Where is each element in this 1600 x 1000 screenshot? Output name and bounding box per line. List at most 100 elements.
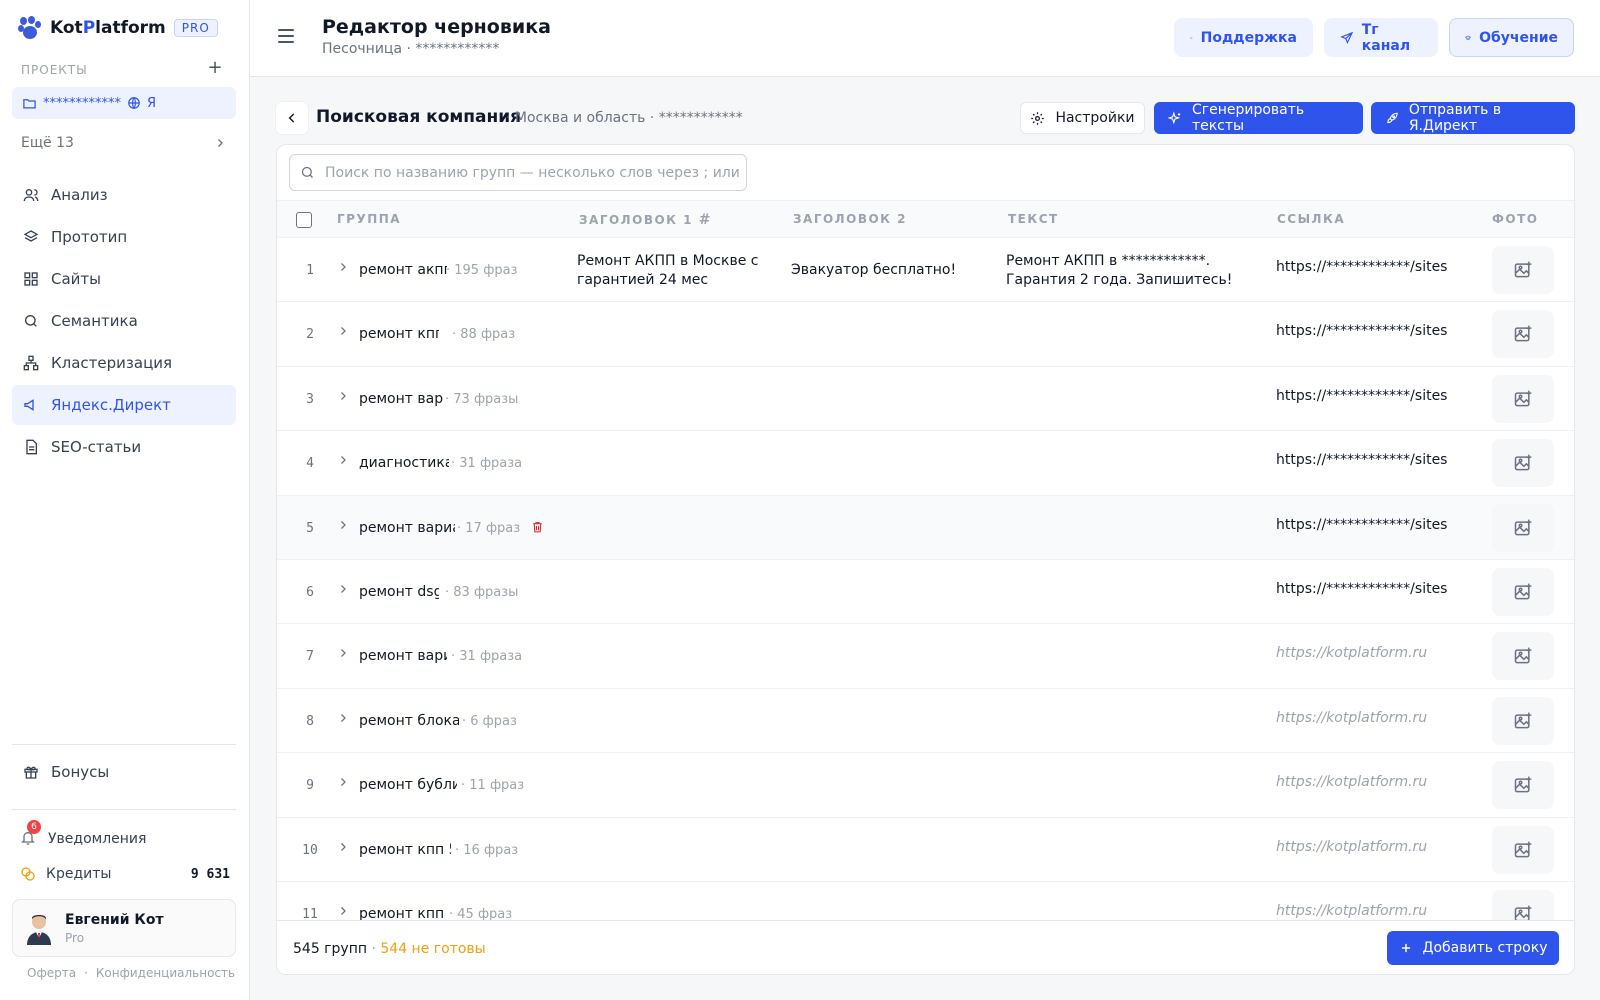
- table-row[interactable]: 6 ремонт dsg · 83 фразы https://***********…: [277, 560, 1574, 625]
- link-cell[interactable]: https://************/sites: [1276, 323, 1447, 339]
- expand-chevron-icon[interactable]: [337, 712, 349, 728]
- add-row-button[interactable]: Добавить строку: [1387, 931, 1559, 965]
- column-text[interactable]: ТЕКСТ: [1008, 212, 1059, 226]
- link-cell[interactable]: https://kotplatform.ru: [1276, 645, 1427, 661]
- notifications[interactable]: 6 Уведомления: [20, 820, 146, 848]
- select-all-checkbox[interactable]: [296, 212, 312, 228]
- expand-chevron-icon[interactable]: [337, 905, 349, 921]
- photo-upload-button[interactable]: [1492, 567, 1554, 616]
- expand-chevron-icon[interactable]: [337, 841, 349, 857]
- nav-item-prototype[interactable]: Прототип: [12, 217, 236, 257]
- table-row[interactable]: 4 диагностика · 31 фраза https://**********…: [277, 431, 1574, 496]
- table-row[interactable]: 7 ремонт вари · 31 фраза https://kotplatfor…: [277, 624, 1574, 689]
- table-row[interactable]: 1 ремонт акпп · 195 фраз Ремонт АКПП в Моск…: [277, 238, 1574, 303]
- expand-chevron-icon[interactable]: [337, 519, 349, 535]
- project-item-active[interactable]: ************ Я: [12, 87, 236, 119]
- table-row[interactable]: 2 ремонт кпп · 88 фраз https://************…: [277, 302, 1574, 367]
- link-cell[interactable]: https://kotplatform.ru: [1276, 774, 1427, 790]
- group-search-input[interactable]: Поиск по названию групп — несколько слов…: [289, 154, 747, 191]
- tg-channel-button[interactable]: Тг канал: [1324, 18, 1438, 57]
- link-cell[interactable]: https://************/sites: [1276, 259, 1447, 275]
- generate-texts-button[interactable]: Сгенерировать тексты: [1154, 102, 1363, 134]
- logo[interactable]: KotPlatform PRO: [18, 16, 218, 40]
- nav-item-clustering[interactable]: Кластеризация: [12, 343, 236, 383]
- photo-upload-button[interactable]: [1492, 825, 1554, 874]
- photo-upload-button[interactable]: [1492, 439, 1554, 488]
- column-group[interactable]: ГРУППА: [337, 212, 401, 226]
- add-project-button[interactable]: +: [206, 58, 224, 78]
- table-row[interactable]: 8 ремонт блока а· 6 фраз https://kotplatfo…: [277, 689, 1574, 754]
- expand-chevron-icon[interactable]: [337, 390, 349, 406]
- column-link[interactable]: ССЫЛКА: [1277, 212, 1345, 226]
- credits-value: 9 631: [190, 866, 230, 882]
- delete-row-button[interactable]: [531, 520, 544, 538]
- support-button[interactable]: Поддержка: [1174, 18, 1313, 57]
- rocket-icon: [1387, 112, 1398, 123]
- nav-item-yandex-direct[interactable]: Яндекс.Директ: [12, 385, 236, 425]
- table-row[interactable]: 10 ремонт кпп 5 · 16 фраз https://kotplatfo…: [277, 818, 1574, 882]
- nav-item-semantics[interactable]: Семантика: [12, 301, 236, 341]
- credits[interactable]: Кредиты 9 631: [20, 866, 230, 882]
- back-button[interactable]: [276, 102, 308, 134]
- expand-chevron-icon[interactable]: [337, 454, 349, 470]
- photo-upload-button[interactable]: [1492, 374, 1554, 423]
- text-cell[interactable]: Ремонт АКПП в ************. Гарантия 2 г…: [1006, 252, 1236, 290]
- expand-chevron-icon[interactable]: [337, 583, 349, 599]
- phrase-count: · 83 фразы: [445, 584, 519, 600]
- learning-button[interactable]: Обучение: [1449, 18, 1574, 57]
- send-to-direct-button[interactable]: Отправить в Я.Директ: [1371, 102, 1575, 134]
- column-headline-1[interactable]: ЗАГОЛОВОК 1 #: [579, 212, 712, 228]
- offer-link[interactable]: Оферта: [27, 966, 76, 980]
- photo-upload-button[interactable]: [1492, 632, 1554, 681]
- link-cell[interactable]: https://************/sites: [1276, 517, 1447, 533]
- group-name[interactable]: ремонт вариа: [359, 520, 455, 536]
- link-cell[interactable]: https://kotplatform.ru: [1276, 903, 1427, 919]
- headline-2-cell[interactable]: Эвакуатор бесплатно!: [791, 262, 956, 278]
- nav-item-analysis[interactable]: Анализ: [12, 175, 236, 215]
- phrase-count: · 17 фраз: [457, 520, 521, 536]
- image-add-icon: [1514, 519, 1532, 535]
- link-cell[interactable]: https://************/sites: [1276, 388, 1447, 404]
- group-name[interactable]: ремонт кпп: [359, 326, 439, 342]
- group-name[interactable]: ремонт акпп: [359, 262, 447, 278]
- group-name[interactable]: ремонт dsg: [359, 584, 439, 600]
- sidebar-divider: [12, 744, 236, 745]
- settings-button[interactable]: Настройки: [1020, 102, 1145, 134]
- table-row[interactable]: 5 ремонт вариа · 17 фраз https://**********…: [277, 495, 1574, 560]
- table-row[interactable]: 9 ремонт бублик· 11 фраз https://kotplatfo…: [277, 753, 1574, 818]
- expand-chevron-icon[interactable]: [337, 647, 349, 663]
- privacy-link[interactable]: Конфиденциальность: [96, 966, 235, 980]
- nav-item-sites[interactable]: Сайты: [12, 259, 236, 299]
- column-headline-2[interactable]: ЗАГОЛОВОК 2: [793, 212, 907, 226]
- group-name[interactable]: ремонт вари: [359, 391, 443, 407]
- hash-toggle[interactable]: #: [699, 212, 712, 228]
- more-projects[interactable]: Ещё 13: [12, 128, 236, 158]
- link-cell[interactable]: https://kotplatform.ru: [1276, 839, 1427, 855]
- page-title: Редактор черновика: [322, 16, 551, 38]
- link-cell[interactable]: https://************/sites: [1276, 581, 1447, 597]
- link-cell[interactable]: https://kotplatform.ru: [1276, 710, 1427, 726]
- group-name[interactable]: ремонт кпп 5: [359, 842, 451, 858]
- photo-upload-button[interactable]: [1492, 503, 1554, 552]
- row-number: 10: [302, 842, 318, 858]
- group-name[interactable]: ремонт блока а: [359, 713, 459, 729]
- group-name[interactable]: ремонт вари: [359, 648, 447, 664]
- group-name[interactable]: диагностика: [359, 455, 449, 471]
- nav-item-bonuses[interactable]: Бонусы: [12, 752, 236, 792]
- table-row[interactable]: 3 ремонт вари · 73 фразы https://**********…: [277, 367, 1574, 432]
- photo-upload-button[interactable]: [1492, 696, 1554, 745]
- menu-icon[interactable]: [278, 29, 294, 47]
- photo-upload-button[interactable]: [1492, 761, 1554, 810]
- photo-upload-button[interactable]: [1492, 246, 1554, 294]
- user-card[interactable]: Евгений Кот Pro: [12, 899, 236, 957]
- column-photo[interactable]: ФОТО: [1492, 212, 1539, 226]
- headline-1-cell[interactable]: Ремонт АКПП в Москве с гарантией 24 мес: [577, 252, 767, 290]
- footer-links: Оферта · Конфиденциальность: [27, 966, 235, 980]
- photo-upload-button[interactable]: [1492, 310, 1554, 359]
- expand-chevron-icon[interactable]: [337, 325, 349, 341]
- nav-item-seo-articles[interactable]: SEO-статьи: [12, 427, 236, 467]
- link-cell[interactable]: https://************/sites: [1276, 452, 1447, 468]
- expand-chevron-icon[interactable]: [337, 261, 349, 277]
- expand-chevron-icon[interactable]: [337, 776, 349, 792]
- group-name[interactable]: ремонт бублик: [359, 777, 457, 793]
